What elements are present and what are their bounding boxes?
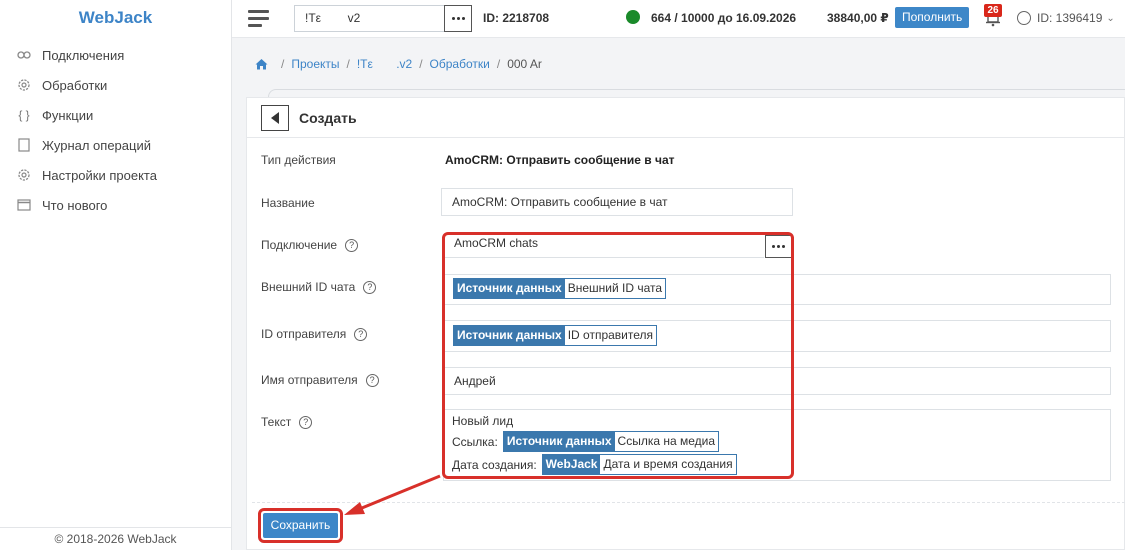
sidebar-item-whats-new[interactable]: Что нового [0, 190, 231, 220]
home-icon[interactable] [255, 58, 268, 70]
journal-icon [16, 137, 32, 153]
user-id: ID: 1396419 [1037, 11, 1103, 25]
text-line-prefix: Дата создания: [452, 457, 537, 472]
topup-button[interactable]: Пополнить [895, 7, 970, 28]
form-divider [252, 502, 1125, 503]
chat-id-token[interactable]: Источник данных Внешний ID чата [453, 278, 667, 299]
breadcrumb-separator: / [281, 57, 285, 71]
settings-icon [16, 167, 32, 183]
token-field: Дата и время создания [600, 455, 736, 474]
user-menu[interactable]: ID: 1396419 ⌄ [1017, 11, 1115, 25]
breadcrumb-separator: / [346, 57, 350, 71]
top-header: !Tε v2 ID: 2218708 664 / 10000 до 16.09.… [232, 0, 1125, 38]
sidebar-item-label: Подключения [42, 47, 125, 63]
sender-id-label: ID отправителя? [261, 327, 368, 341]
connection-select[interactable]: AmoCRM chats [444, 234, 764, 258]
token-source: WebJack [542, 455, 601, 474]
sidebar-item-journal[interactable]: Журнал операций [0, 130, 231, 160]
page-title: Создать [299, 109, 357, 126]
balance: 38840,00 ₽ [827, 11, 889, 25]
brand-logo[interactable]: WebJack [0, 0, 231, 36]
token-source: Источник данных [454, 326, 565, 345]
breadcrumb-separator: / [496, 57, 501, 71]
sidebar: WebJack Подключения Обработки { } Функци… [0, 0, 232, 550]
connection-more-button[interactable] [765, 235, 792, 258]
text-line-1: Новый лид [452, 414, 514, 428]
sidebar-item-label: Что нового [42, 197, 108, 213]
text-label: Текст? [261, 415, 313, 429]
chevron-down-icon: ⌄ [1106, 12, 1115, 24]
name-field[interactable]: AmoCRM: Отправить сообщение в чат [441, 188, 793, 216]
sidebar-item-label: Функции [42, 107, 94, 123]
sidebar-item-label: Настройки проекта [42, 167, 157, 183]
more-dots-icon [451, 17, 465, 20]
sidebar-item-label: Журнал операций [42, 137, 151, 153]
breadcrumb-projects[interactable]: Проекты [291, 57, 339, 71]
calendar-icon [16, 197, 32, 213]
breadcrumb: / Проекты / !Tε .v2 / Обработки / 000 Ar [255, 57, 542, 71]
action-type-value: AmoCRM: Отправить сообщение в чат [445, 153, 675, 167]
copyright: © 2018-2026 WebJack [0, 527, 231, 550]
menu-toggle-icon[interactable] [248, 10, 269, 27]
help-icon[interactable]: ? [365, 373, 379, 387]
more-dots-icon [772, 245, 785, 248]
card-header: Создать [247, 98, 1124, 138]
text-line-2[interactable]: Ссылка: Источник данных Ссылка на медиа [452, 431, 720, 452]
project-more-button[interactable] [444, 5, 472, 32]
back-arrow-icon [271, 111, 279, 124]
project-id: ID: 2218708 [483, 11, 550, 25]
name-label: Название [261, 196, 315, 210]
braces-icon: { } [18, 108, 30, 122]
sidebar-nav: Подключения Обработки { } Функции Журнал… [0, 40, 231, 220]
sender-id-token[interactable]: Источник данных ID отправителя [453, 325, 658, 346]
link-icon [16, 47, 32, 63]
connection-label: Подключение? [261, 238, 359, 252]
token-field: ID отправителя [564, 326, 657, 345]
action-type-label: Тип действия [261, 153, 336, 167]
help-icon[interactable]: ? [354, 327, 368, 341]
user-icon [1017, 11, 1031, 25]
token-source: Источник данных [454, 279, 565, 298]
sender-name-field[interactable]: Андрей [443, 367, 1111, 395]
breadcrumb-separator: / [419, 57, 423, 71]
back-button[interactable] [261, 104, 289, 131]
token-field: Внешний ID чата [564, 279, 666, 298]
gear-icon [16, 77, 32, 93]
panel-edge [268, 89, 1125, 97]
sender-name-label: Имя отправителя? [261, 373, 379, 387]
project-select[interactable]: !Tε v2 [294, 5, 444, 32]
breadcrumb-project[interactable]: !Tε .v2 [357, 57, 412, 71]
help-icon[interactable]: ? [345, 238, 359, 252]
sidebar-item-label: Обработки [42, 77, 108, 93]
breadcrumb-processing[interactable]: Обработки [430, 57, 490, 71]
token-field: Ссылка на медиа [614, 432, 719, 451]
token-source: Источник данных [503, 432, 615, 451]
sidebar-item-settings[interactable]: Настройки проекта [0, 160, 231, 190]
chat-id-label: Внешний ID чата? [261, 280, 377, 294]
usage-limit: 664 / 10000 до 16.09.2026 [651, 11, 797, 25]
sidebar-item-processing[interactable]: Обработки [0, 70, 231, 100]
sidebar-item-functions[interactable]: { } Функции [0, 100, 231, 130]
help-icon[interactable]: ? [363, 280, 377, 294]
text-line-prefix: Ссылка: [452, 434, 498, 449]
help-icon[interactable]: ? [299, 415, 313, 429]
notification-badge: 26 [984, 4, 1002, 17]
breadcrumb-current: 000 Ar [507, 57, 542, 71]
sidebar-item-connections[interactable]: Подключения [0, 40, 231, 70]
save-button[interactable]: Сохранить [263, 513, 338, 538]
status-indicator [626, 10, 640, 24]
create-form-card: Создать Тип действия AmoCRM: Отправить с… [246, 97, 1125, 550]
text-line-3[interactable]: Дата создания: WebJack Дата и время созда… [452, 454, 737, 475]
